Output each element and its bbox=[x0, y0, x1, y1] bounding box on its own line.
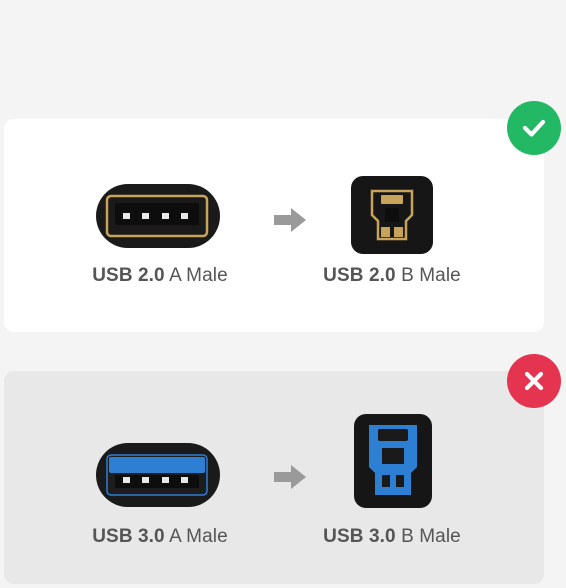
usb-2-b-male-connector-icon bbox=[351, 176, 433, 254]
usb-2-a-male-connector-icon bbox=[96, 184, 220, 248]
usb3-b-type: B Male bbox=[401, 526, 461, 547]
usb3-a-type: A Male bbox=[169, 526, 228, 547]
usb2-b-version: USB 2.0 bbox=[323, 265, 396, 286]
usb3-b-version: USB 3.0 bbox=[323, 526, 396, 547]
usb2-a-version: USB 2.0 bbox=[92, 265, 165, 286]
compatible-check-badge bbox=[507, 101, 561, 155]
usb3-a-male-label: USB 3.0 A Male bbox=[60, 526, 260, 548]
x-icon bbox=[524, 371, 544, 391]
usb3-a-version: USB 3.0 bbox=[92, 526, 165, 547]
usb2-a-male-label: USB 2.0 A Male bbox=[60, 265, 260, 287]
incompatible-x-badge bbox=[507, 354, 561, 408]
usb-3-b-male-connector-icon bbox=[354, 414, 432, 508]
usb2-b-male-label: USB 2.0 B Male bbox=[292, 265, 492, 287]
usb2-a-type: A Male bbox=[169, 265, 228, 286]
usb-3-a-male-connector-icon bbox=[96, 443, 220, 507]
usb2-b-type: B Male bbox=[401, 265, 461, 286]
check-icon bbox=[522, 119, 546, 137]
right-arrow-icon bbox=[274, 465, 306, 489]
right-arrow-icon bbox=[274, 208, 306, 232]
usb3-b-male-label: USB 3.0 B Male bbox=[292, 526, 492, 548]
